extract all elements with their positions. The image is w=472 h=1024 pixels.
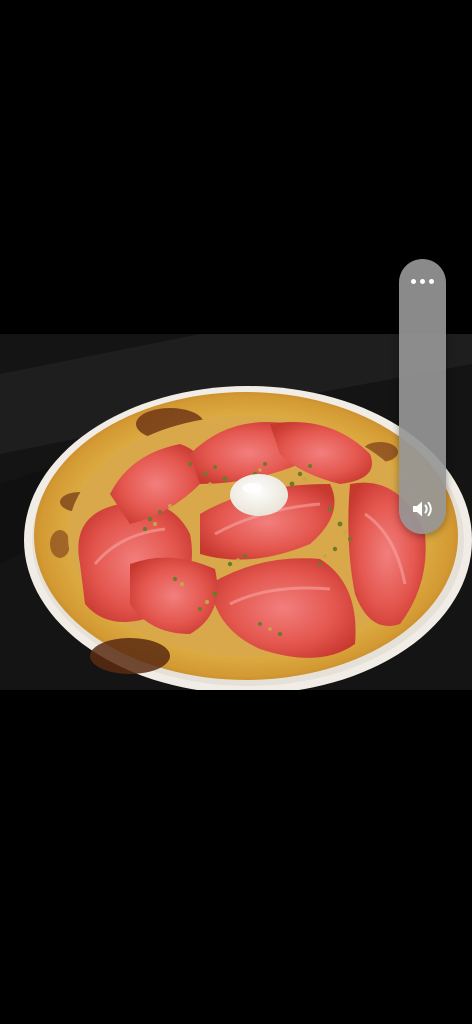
more-options-button[interactable] <box>399 269 446 293</box>
volume-panel[interactable] <box>399 259 446 534</box>
speaker-button[interactable] <box>399 492 446 526</box>
more-dot <box>429 278 434 284</box>
more-horizontal-icon <box>411 278 416 284</box>
volume-slider[interactable] <box>399 299 446 489</box>
more-dot <box>420 278 425 284</box>
screen <box>0 0 472 1024</box>
speaker-volume-icon <box>412 501 432 517</box>
